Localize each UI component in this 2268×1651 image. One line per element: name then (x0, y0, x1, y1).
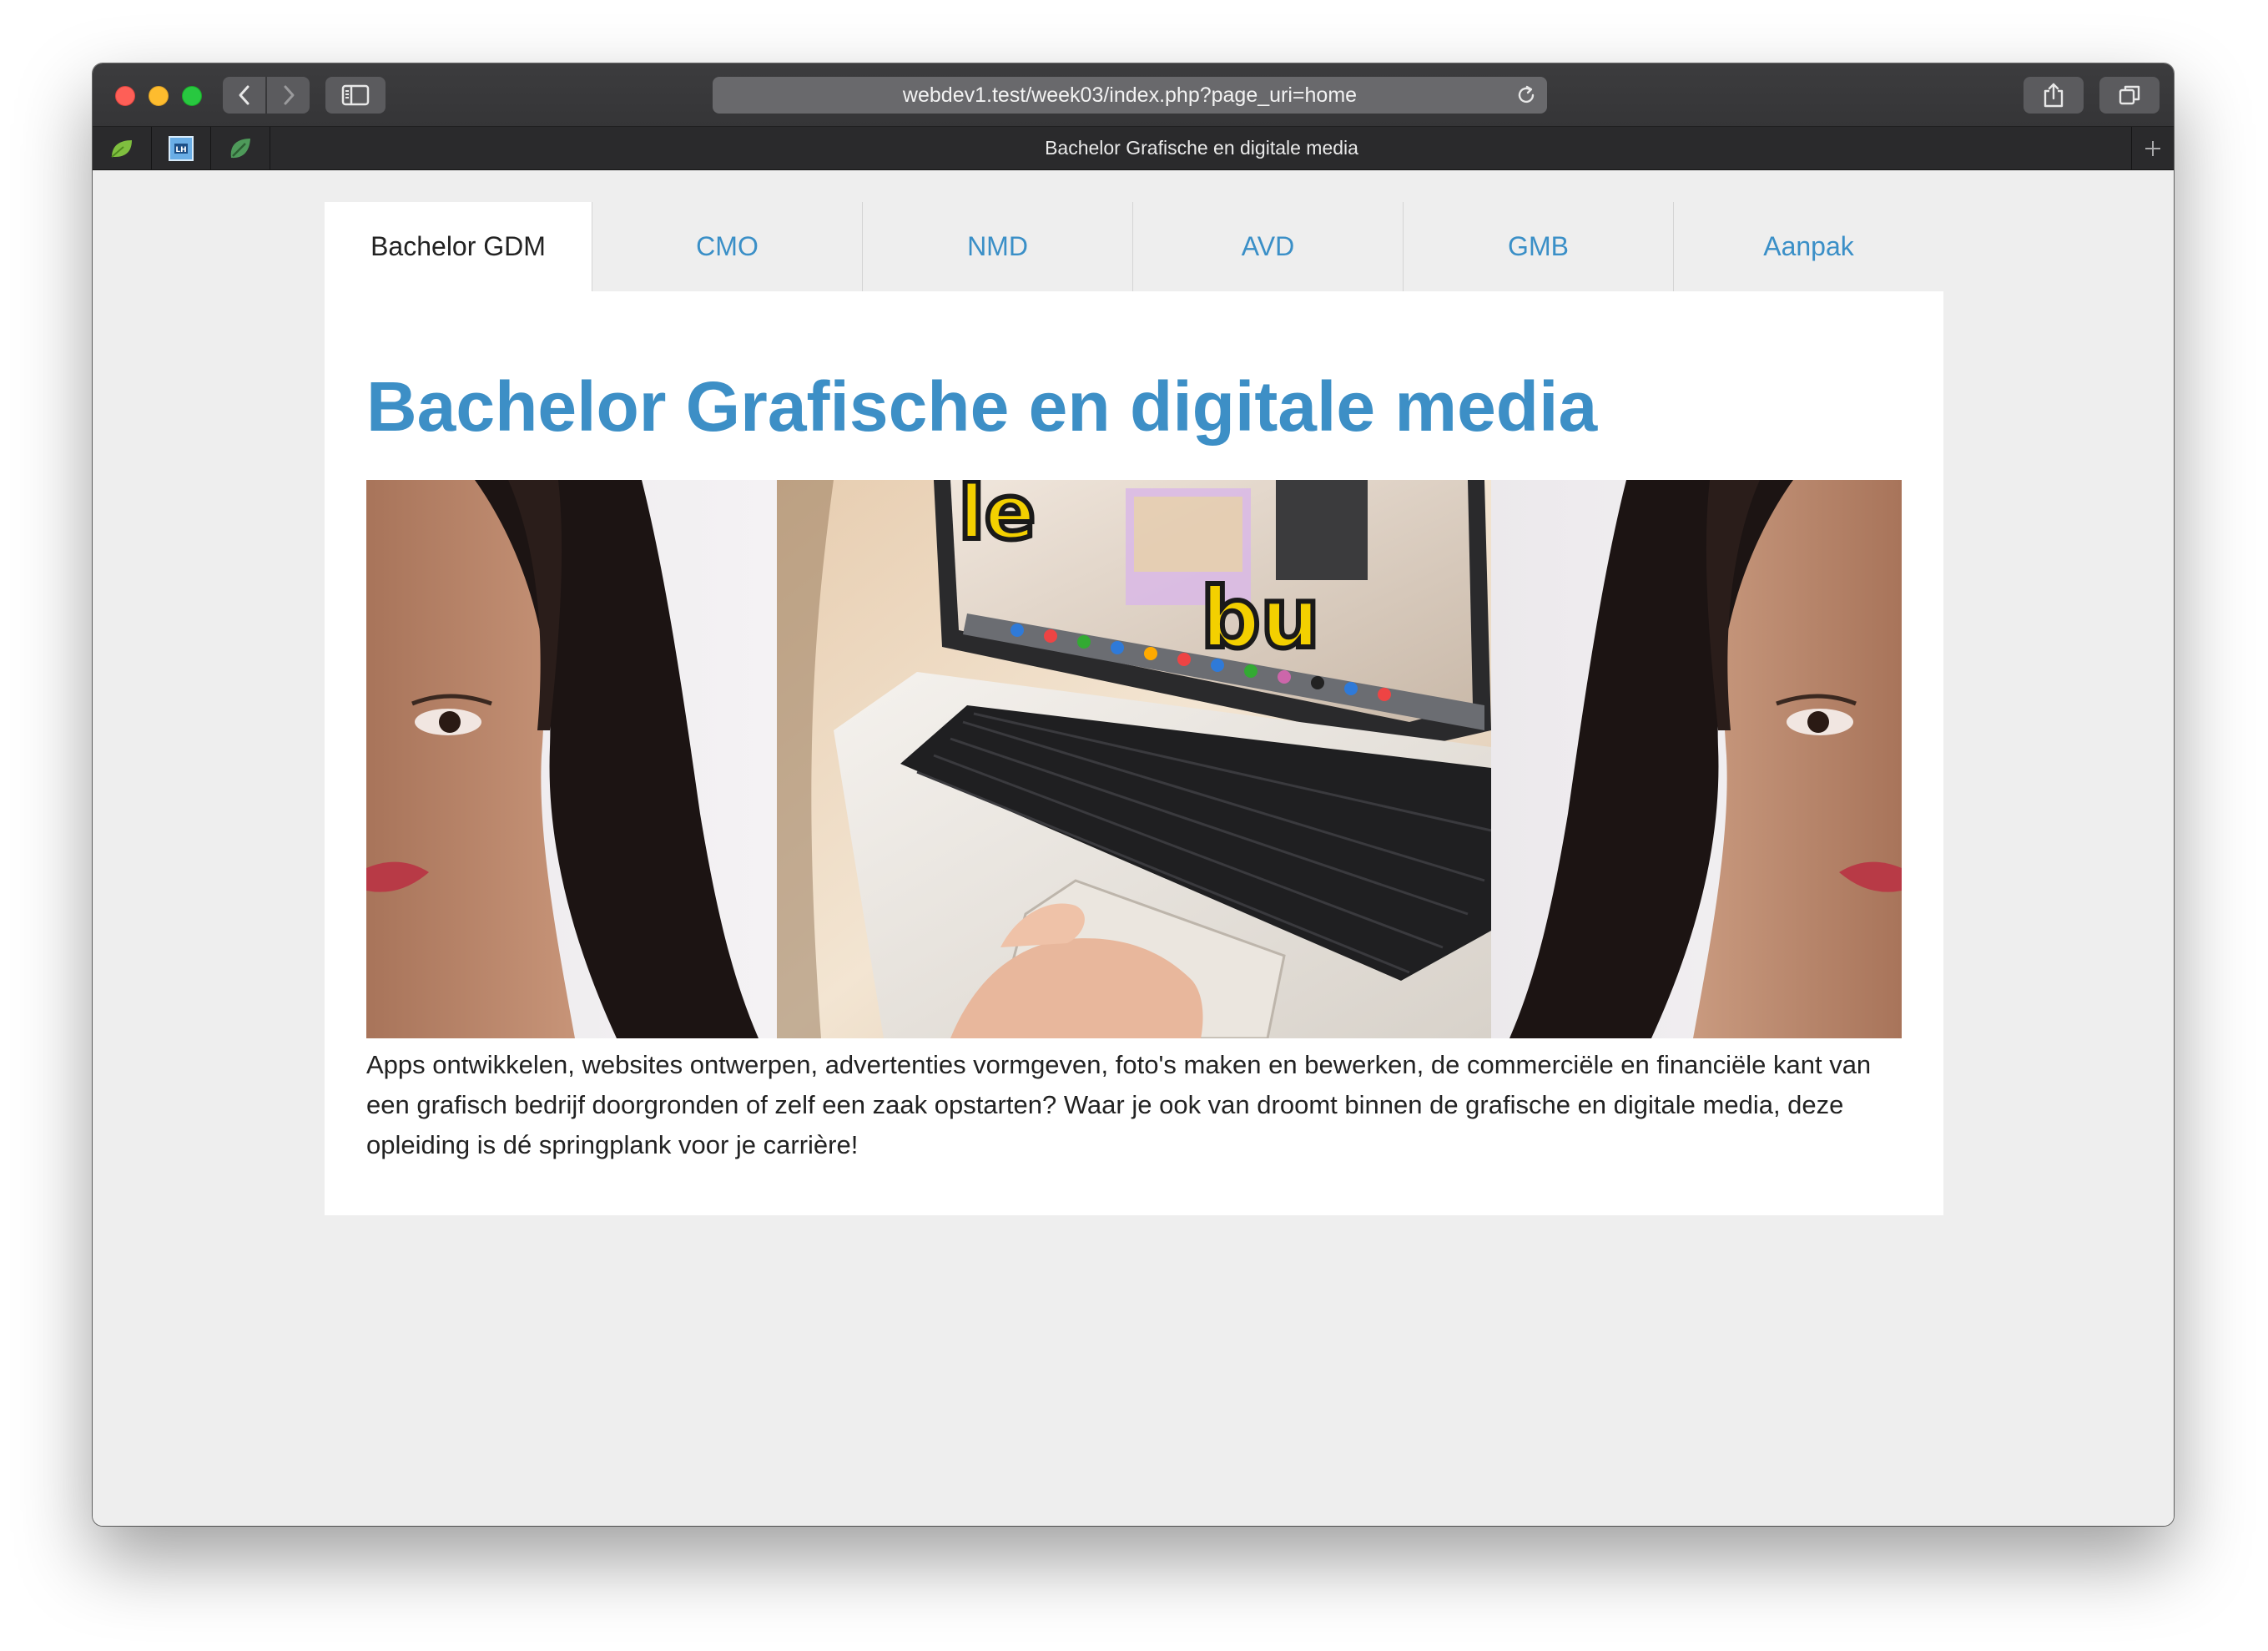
maximize-window-button[interactable] (182, 86, 202, 106)
tabs-overview-icon (2119, 85, 2140, 105)
favorite-2[interactable]: LH (152, 127, 211, 169)
address-text[interactable]: webdev1.test/week03/index.php?page_uri=h… (713, 77, 1547, 114)
favorite-3[interactable] (211, 127, 270, 169)
tab-bar: LH Bachelor Grafische en digitale media (93, 127, 2174, 170)
page-title: Bachelor Grafische en digitale media (366, 367, 1598, 446)
address-bar[interactable]: webdev1.test/week03/index.php?page_uri=h… (713, 77, 1547, 114)
nav-tab-bachelor-gdm[interactable]: Bachelor GDM (325, 202, 592, 291)
nav-tab-nmd[interactable]: NMD (862, 202, 1132, 291)
browser-toolbar: webdev1.test/week03/index.php?page_uri=h… (93, 63, 2174, 127)
site-nav: Bachelor GDM CMO NMD AVD GMB Aanpak (325, 202, 1943, 291)
lh-icon: LH (169, 135, 194, 161)
nav-tab-gmb[interactable]: GMB (1403, 202, 1673, 291)
minimize-window-button[interactable] (149, 86, 169, 106)
plus-icon (2145, 140, 2160, 156)
chevron-right-icon (284, 85, 294, 105)
sidebar-toggle-button[interactable] (325, 77, 386, 114)
content-panel: Bachelor Grafische en digitale media le … (325, 291, 1943, 1215)
reload-icon[interactable] (1515, 84, 1537, 106)
history-nav (223, 77, 310, 114)
chevron-left-icon (239, 85, 249, 105)
leaf-dark-icon (230, 138, 250, 158)
favorite-1[interactable] (93, 127, 152, 169)
hero-image: le bu (366, 480, 1902, 1038)
new-tab-button[interactable] (2131, 127, 2174, 169)
forward-button[interactable] (267, 77, 310, 114)
svg-text:LH: LH (175, 146, 186, 154)
share-icon (2044, 83, 2064, 108)
leaf-green-icon (111, 139, 132, 158)
nav-tab-aanpak[interactable]: Aanpak (1673, 202, 1943, 291)
svg-text:le: le (959, 480, 1036, 557)
tab-overview-button[interactable] (2099, 77, 2160, 114)
back-button[interactable] (223, 77, 265, 114)
share-button[interactable] (2024, 77, 2084, 114)
sidebar-icon (341, 84, 370, 106)
svg-text:bu: bu (1201, 569, 1320, 667)
web-content: Bachelor GDM CMO NMD AVD GMB Aanpak Bach… (93, 170, 2174, 1526)
nav-tab-avd[interactable]: AVD (1132, 202, 1403, 291)
intro-paragraph: Apps ontwikkelen, websites ontwerpen, ad… (366, 1050, 1872, 1159)
browser-window: webdev1.test/week03/index.php?page_uri=h… (93, 63, 2174, 1526)
close-window-button[interactable] (115, 86, 135, 106)
nav-tab-cmo[interactable]: CMO (592, 202, 862, 291)
active-tab-title[interactable]: Bachelor Grafische en digitale media (273, 127, 2130, 169)
